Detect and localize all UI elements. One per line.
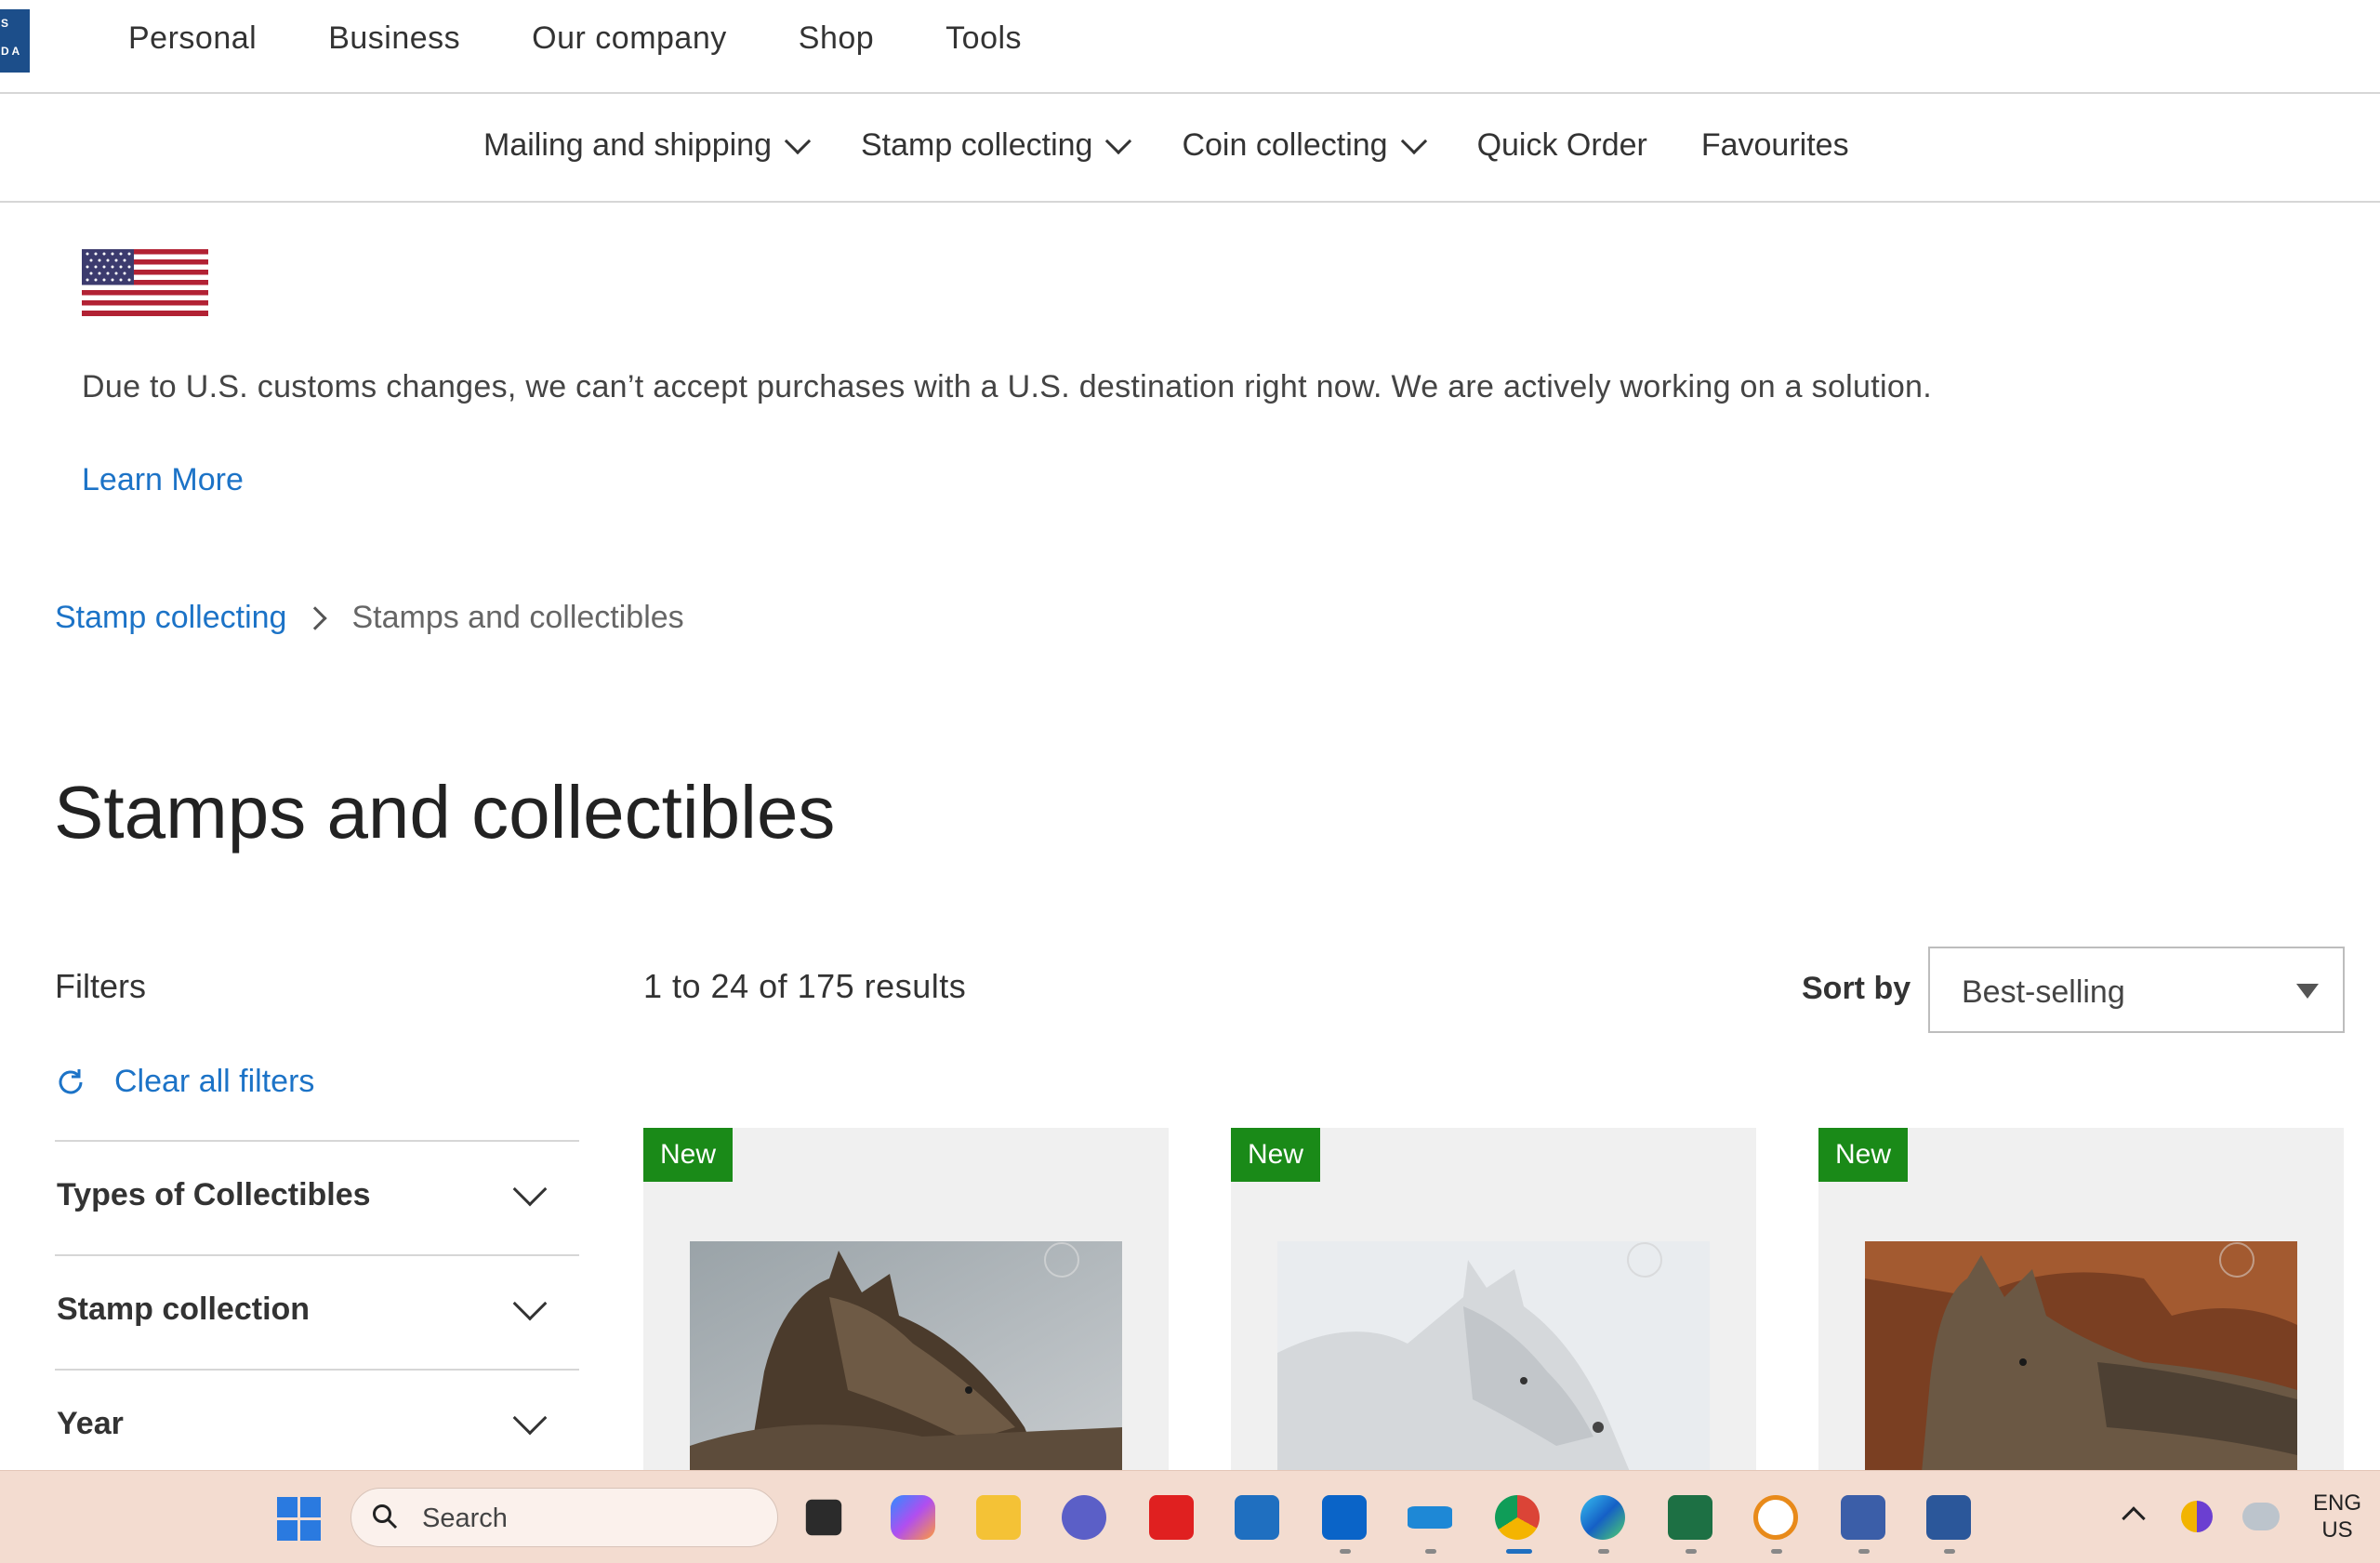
scanner-app-icon[interactable] — [1408, 1506, 1452, 1529]
new-badge: New — [1818, 1128, 1908, 1182]
subnav-label: Coin collecting — [1182, 127, 1388, 163]
chevron-down-icon — [512, 1172, 548, 1207]
night-light-icon[interactable] — [2181, 1501, 2213, 1532]
subnav-label: Mailing and shipping — [483, 127, 772, 163]
chevron-down-icon — [512, 1400, 548, 1436]
subnav-mailing-and-shipping[interactable]: Mailing and shipping — [483, 127, 812, 164]
subnav-coin-collecting[interactable]: Coin collecting — [1182, 127, 1427, 164]
chevron-down-icon — [1105, 127, 1132, 154]
sort-by-label: Sort by — [1802, 971, 1911, 1006]
l-app-icon[interactable] — [1149, 1495, 1194, 1540]
teams-icon[interactable] — [1062, 1495, 1106, 1540]
subnav-label: Quick Order — [1476, 127, 1647, 163]
microsoft-store-icon[interactable] — [1235, 1495, 1279, 1540]
refresh-icon — [59, 1068, 83, 1093]
subnav-label: Stamp collecting — [860, 127, 1093, 163]
breadcrumb-current: Stamps and collectibles — [351, 600, 684, 635]
facet-label: Types of Collectibles — [57, 1177, 371, 1212]
coyote-wolf-autumn-photo[interactable] — [1865, 1241, 2297, 1472]
results-count: 1 to 24 of 175 results — [643, 967, 967, 1005]
canada-post-logo[interactable]: S D A — [0, 9, 30, 73]
language-code: ENG — [2313, 1490, 2362, 1516]
dark-wolf-lying-photo[interactable] — [690, 1241, 1122, 1472]
logo-text-line2: D A — [1, 45, 20, 58]
nav-shop[interactable]: Shop — [799, 20, 874, 57]
copilot-icon[interactable] — [891, 1495, 935, 1540]
shop-sub-navigation: Mailing and shipping Stamp collecting Co… — [0, 96, 2380, 203]
nav-tools[interactable]: Tools — [945, 20, 1022, 57]
windows-taskbar: Search ENG US — [0, 1470, 2380, 1563]
product-card[interactable]: New — [1231, 1128, 1756, 1472]
us-flag-icon — [82, 249, 208, 316]
task-view-icon[interactable] — [805, 1499, 842, 1536]
running-indicator — [1944, 1549, 1955, 1554]
customs-alert-message: Due to U.S. customs changes, we can’t ac… — [82, 369, 1932, 404]
breadcrumb: Stamp collecting Stamps and collectibles — [55, 600, 684, 636]
product-card[interactable]: New — [1818, 1128, 2344, 1472]
running-indicator — [1425, 1549, 1436, 1554]
top-navigation: S D A Personal Business Our company Shop… — [0, 0, 2380, 94]
running-indicator — [1598, 1549, 1609, 1554]
remote-desktop-icon[interactable] — [1841, 1495, 1885, 1540]
new-badge: New — [1231, 1128, 1320, 1182]
running-indicator — [1340, 1549, 1351, 1554]
facet-label: Stamp collection — [57, 1291, 311, 1327]
dropdown-arrow-icon — [2296, 984, 2319, 999]
new-badge: New — [643, 1128, 733, 1182]
filters-heading: Filters — [55, 967, 146, 1005]
running-indicator — [1858, 1549, 1870, 1554]
chevron-right-icon — [303, 605, 328, 630]
page-title: Stamps and collectibles — [54, 771, 836, 854]
onedrive-icon[interactable] — [2242, 1503, 2280, 1530]
product-card[interactable]: New — [643, 1128, 1169, 1472]
nav-business[interactable]: Business — [328, 20, 460, 57]
edge-icon[interactable] — [1580, 1495, 1625, 1540]
chevron-down-icon — [1400, 127, 1427, 154]
learn-more-link[interactable]: Learn More — [82, 462, 244, 498]
running-indicator — [1686, 1549, 1697, 1554]
subnav-stamp-collecting[interactable]: Stamp collecting — [860, 127, 1132, 164]
subnav-label: Favourites — [1700, 127, 1849, 163]
logo-text-line1: S — [1, 17, 9, 30]
subnav-favourites[interactable]: Favourites — [1701, 127, 1849, 164]
facet-stamp-collection[interactable]: Stamp collection — [55, 1254, 579, 1369]
facet-label: Year — [57, 1406, 124, 1441]
keyboard-region: US — [2321, 1517, 2353, 1543]
vpn-icon[interactable] — [1753, 1495, 1798, 1540]
taskbar-search-box[interactable]: Search — [350, 1488, 778, 1547]
clear-all-filters-label: Clear all filters — [114, 1064, 315, 1099]
breadcrumb-stamp-collecting-link[interactable]: Stamp collecting — [55, 600, 286, 636]
search-icon — [373, 1504, 398, 1530]
running-indicator — [1771, 1549, 1782, 1554]
chevron-down-icon — [784, 127, 812, 154]
outlook-icon[interactable] — [1322, 1495, 1367, 1540]
sort-selected-value: Best-selling — [1962, 974, 2125, 1010]
facet-types-of-collectibles[interactable]: Types of Collectibles — [55, 1140, 579, 1254]
sort-by-select[interactable]: Best-selling — [1928, 947, 2345, 1033]
chrome-icon[interactable] — [1495, 1495, 1540, 1540]
windows-start-icon[interactable] — [277, 1497, 322, 1542]
word-icon[interactable] — [1926, 1495, 1971, 1540]
excel-icon[interactable] — [1668, 1495, 1712, 1540]
language-indicator[interactable]: ENG US — [2313, 1490, 2361, 1543]
chevron-up-icon[interactable] — [2122, 1506, 2146, 1530]
subnav-quick-order[interactable]: Quick Order — [1477, 127, 1647, 164]
facet-year[interactable]: Year — [55, 1369, 579, 1483]
white-arctic-wolf-photo[interactable] — [1277, 1241, 1710, 1472]
nav-our-company[interactable]: Our company — [532, 20, 727, 57]
file-explorer-icon[interactable] — [976, 1495, 1021, 1540]
active-indicator — [1506, 1549, 1532, 1554]
taskbar-search-placeholder: Search — [422, 1503, 508, 1533]
chevron-down-icon — [512, 1286, 548, 1321]
clear-all-filters-button[interactable]: Clear all filters — [55, 1064, 314, 1100]
nav-personal[interactable]: Personal — [128, 20, 257, 57]
